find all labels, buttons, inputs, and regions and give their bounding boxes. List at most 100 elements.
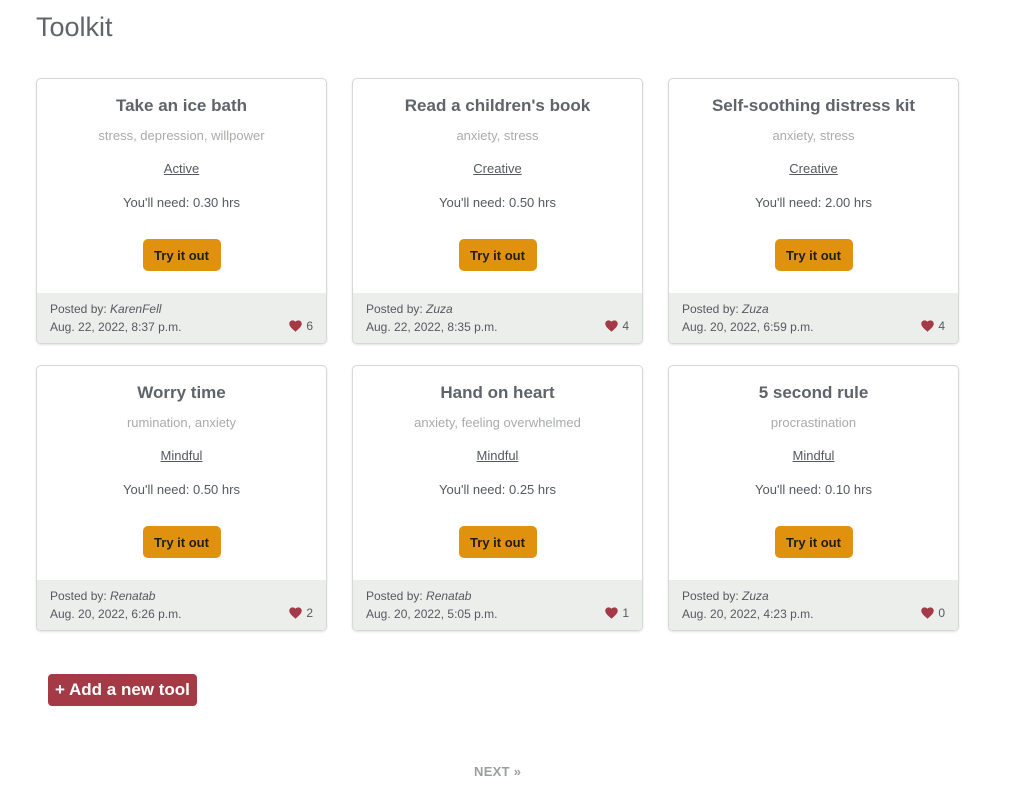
tool-category: Mindful bbox=[669, 448, 958, 463]
tool-category: Mindful bbox=[37, 448, 326, 463]
try-it-out-button[interactable]: Try it out bbox=[458, 239, 537, 271]
time-label: You'll need: bbox=[123, 195, 193, 210]
tool-card-body: Hand on heart anxiety, feeling overwhelm… bbox=[353, 366, 642, 582]
like-control[interactable]: 4 bbox=[921, 319, 945, 333]
like-count: 2 bbox=[306, 606, 313, 620]
tool-card-body: Self-soothing distress kit anxiety, stre… bbox=[669, 79, 958, 295]
post-date: Aug. 22, 2022, 8:37 p.m. bbox=[50, 320, 182, 334]
tool-title: Read a children's book bbox=[404, 96, 591, 115]
time-value: 0.30 hrs bbox=[192, 195, 240, 210]
heart-icon[interactable] bbox=[921, 607, 935, 619]
tool-category-link[interactable]: Active bbox=[164, 161, 199, 176]
time-label: You'll need: bbox=[755, 482, 825, 497]
tool-card-body: 5 second rule procrastination Mindful Yo… bbox=[669, 366, 958, 582]
author-name: Renatab bbox=[110, 589, 156, 603]
tool-time: You'll need: 0.10 hrs bbox=[669, 482, 958, 497]
like-control[interactable]: 0 bbox=[921, 606, 945, 620]
posted-by-label: Posted by: bbox=[682, 302, 743, 316]
post-date: Aug. 20, 2022, 6:59 p.m. bbox=[682, 320, 814, 334]
tool-card-body: Read a children's book anxiety, stress C… bbox=[353, 79, 642, 295]
posted-by-label: Posted by: bbox=[366, 589, 427, 603]
author-name: KarenFell bbox=[110, 302, 162, 316]
posted-by: Posted by: Zuza bbox=[682, 589, 769, 603]
tool-category-link[interactable]: Creative bbox=[473, 161, 521, 176]
add-new-tool-button[interactable]: + Add a new tool bbox=[48, 674, 197, 706]
like-count: 1 bbox=[622, 606, 629, 620]
posted-by: Posted by: KarenFell bbox=[50, 302, 161, 316]
tool-category-link[interactable]: Mindful bbox=[793, 448, 835, 463]
time-value: 0.10 hrs bbox=[824, 482, 872, 497]
tool-time: You'll need: 0.50 hrs bbox=[37, 482, 326, 497]
post-date: Aug. 22, 2022, 8:35 p.m. bbox=[366, 320, 498, 334]
heart-icon[interactable] bbox=[289, 607, 303, 619]
posted-by-label: Posted by: bbox=[50, 302, 111, 316]
posted-by: Posted by: Zuza bbox=[366, 302, 453, 316]
try-it-out-button[interactable]: Try it out bbox=[142, 239, 221, 271]
try-it-out-button[interactable]: Try it out bbox=[774, 526, 853, 558]
tool-title: 5 second rule bbox=[758, 383, 869, 402]
tool-category: Active bbox=[37, 161, 326, 176]
like-count: 4 bbox=[622, 319, 629, 333]
page-title: Toolkit bbox=[36, 12, 113, 42]
like-count: 0 bbox=[938, 606, 945, 620]
tool-tags: anxiety, stress bbox=[772, 128, 855, 143]
like-control[interactable]: 2 bbox=[289, 606, 313, 620]
time-label: You'll need: bbox=[123, 482, 193, 497]
posted-by: Posted by: Renatab bbox=[366, 589, 471, 603]
time-label: You'll need: bbox=[439, 482, 509, 497]
tool-title: Worry time bbox=[137, 383, 226, 402]
like-count: 6 bbox=[306, 319, 313, 333]
next-page-link[interactable]: NEXT » bbox=[474, 764, 521, 779]
time-value: 0.25 hrs bbox=[508, 482, 556, 497]
tool-category-link[interactable]: Creative bbox=[789, 161, 837, 176]
tool-category-link[interactable]: Mindful bbox=[161, 448, 203, 463]
tool-tags: anxiety, feeling overwhelmed bbox=[414, 415, 581, 430]
tool-title: Self-soothing distress kit bbox=[711, 96, 916, 115]
posted-by-label: Posted by: bbox=[50, 589, 111, 603]
tool-time: You'll need: 0.25 hrs bbox=[353, 482, 642, 497]
tool-time: You'll need: 0.30 hrs bbox=[37, 195, 326, 210]
heart-icon[interactable] bbox=[605, 607, 619, 619]
try-it-out-button[interactable]: Try it out bbox=[774, 239, 853, 271]
tool-tags: rumination, anxiety bbox=[126, 415, 237, 430]
tool-tags: procrastination bbox=[770, 415, 857, 430]
tool-card-footer: Posted by: Zuza Aug. 20, 2022, 6:59 p.m.… bbox=[669, 293, 958, 343]
post-date: Aug. 20, 2022, 5:05 p.m. bbox=[366, 607, 498, 621]
tool-card-footer: Posted by: KarenFell Aug. 22, 2022, 8:37… bbox=[37, 293, 326, 343]
try-it-out-button[interactable]: Try it out bbox=[458, 526, 537, 558]
heart-icon[interactable] bbox=[921, 320, 935, 332]
time-label: You'll need: bbox=[755, 195, 825, 210]
tool-tags: anxiety, stress bbox=[456, 128, 539, 143]
tool-category: Creative bbox=[669, 161, 958, 176]
tool-category-link[interactable]: Mindful bbox=[477, 448, 519, 463]
heart-icon[interactable] bbox=[605, 320, 619, 332]
heart-icon[interactable] bbox=[289, 320, 303, 332]
tool-card: Self-soothing distress kit anxiety, stre… bbox=[668, 78, 959, 344]
tool-card: Read a children's book anxiety, stress C… bbox=[352, 78, 643, 344]
tool-category: Creative bbox=[353, 161, 642, 176]
posted-by: Posted by: Zuza bbox=[682, 302, 769, 316]
author-name: Zuza bbox=[742, 302, 769, 316]
like-control[interactable]: 4 bbox=[605, 319, 629, 333]
tool-card: Take an ice bath stress, depression, wil… bbox=[36, 78, 327, 344]
author-name: Zuza bbox=[742, 589, 769, 603]
toolkit-page: Toolkit Take an ice bath stress, depress… bbox=[0, 0, 1012, 803]
tool-card-footer: Posted by: Zuza Aug. 22, 2022, 8:35 p.m.… bbox=[353, 293, 642, 343]
try-it-out-button[interactable]: Try it out bbox=[142, 526, 221, 558]
posted-by-label: Posted by: bbox=[366, 302, 427, 316]
tool-title: Take an ice bath bbox=[115, 96, 247, 115]
time-value: 2.00 hrs bbox=[824, 195, 872, 210]
tool-grid: Take an ice bath stress, depression, wil… bbox=[36, 78, 959, 631]
tool-time: You'll need: 2.00 hrs bbox=[669, 195, 958, 210]
tool-tags: stress, depression, willpower bbox=[98, 128, 265, 143]
time-label: You'll need: bbox=[439, 195, 509, 210]
author-name: Renatab bbox=[426, 589, 472, 603]
tool-card-body: Take an ice bath stress, depression, wil… bbox=[37, 79, 326, 295]
tool-card-footer: Posted by: Renatab Aug. 20, 2022, 6:26 p… bbox=[37, 580, 326, 630]
posted-by: Posted by: Renatab bbox=[50, 589, 155, 603]
like-control[interactable]: 1 bbox=[605, 606, 629, 620]
tool-card-footer: Posted by: Renatab Aug. 20, 2022, 5:05 p… bbox=[353, 580, 642, 630]
like-control[interactable]: 6 bbox=[289, 319, 313, 333]
time-value: 0.50 hrs bbox=[192, 482, 240, 497]
time-value: 0.50 hrs bbox=[508, 195, 556, 210]
